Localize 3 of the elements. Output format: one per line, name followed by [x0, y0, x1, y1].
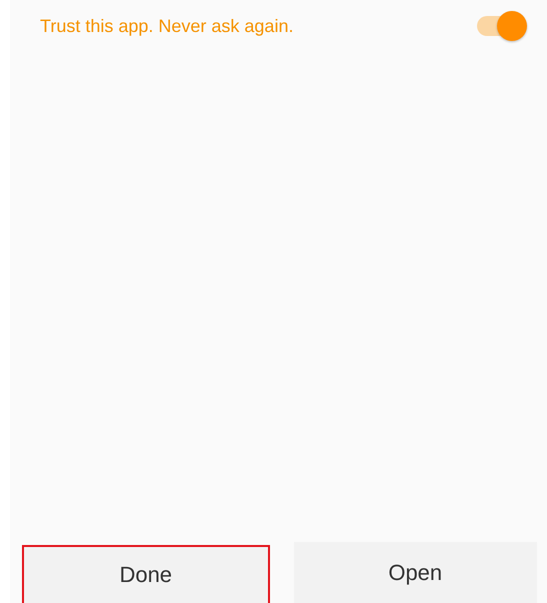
- open-button[interactable]: Open: [294, 542, 537, 603]
- trust-label: Trust this app. Never ask again.: [40, 16, 294, 36]
- done-button[interactable]: Done: [22, 545, 270, 603]
